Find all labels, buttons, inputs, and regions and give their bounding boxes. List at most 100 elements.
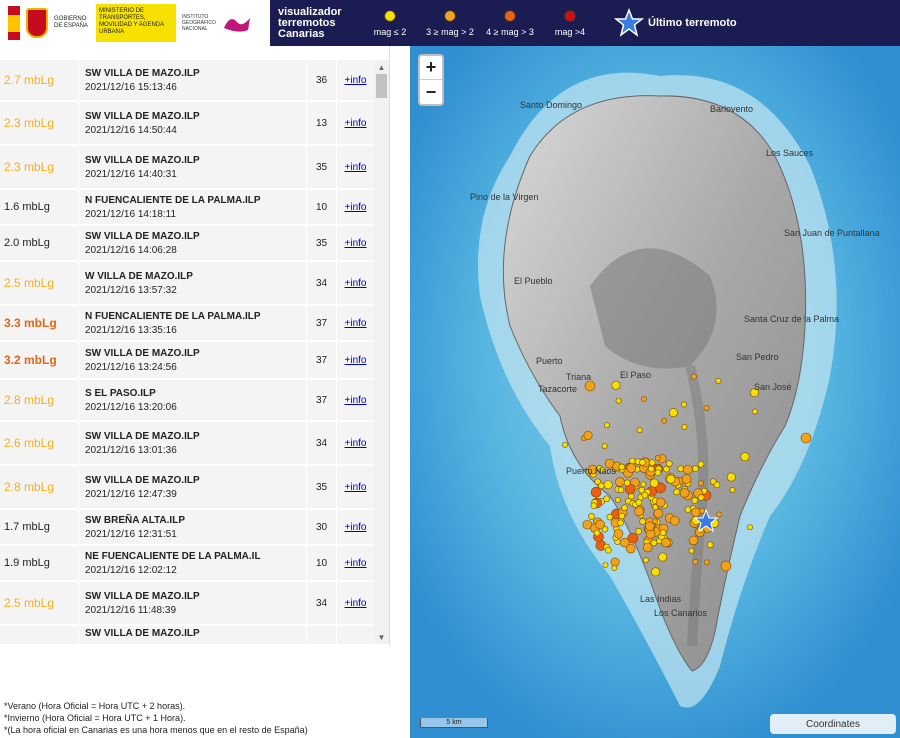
earthquake-marker[interactable] xyxy=(598,482,605,490)
info-link[interactable]: +info xyxy=(345,118,367,129)
earthquake-marker[interactable] xyxy=(703,559,710,566)
table-row[interactable]: 2.6 mbLg SW VILLA DE MAZO.ILP 2021/12/16 1… xyxy=(0,422,374,466)
earthquake-marker[interactable] xyxy=(650,539,658,547)
table-row[interactable]: SW VILLA DE MAZO.ILP xyxy=(0,626,374,646)
earthquake-marker[interactable] xyxy=(640,481,647,488)
earthquake-marker[interactable] xyxy=(619,537,630,548)
earthquake-marker[interactable] xyxy=(610,557,620,567)
earthquake-marker[interactable] xyxy=(683,464,693,475)
earthquake-marker[interactable] xyxy=(681,424,688,430)
earthquake-marker[interactable] xyxy=(666,460,673,467)
info-link[interactable]: +info xyxy=(345,598,367,609)
map-canvas[interactable]: Santo Domingo Barlovento Los Sauces Pino… xyxy=(410,46,900,738)
earthquake-marker[interactable] xyxy=(604,422,610,429)
earthquake-marker[interactable] xyxy=(691,507,701,518)
earthquake-marker[interactable] xyxy=(642,557,649,564)
zoom-out-button[interactable]: − xyxy=(420,80,442,104)
earthquake-marker[interactable] xyxy=(642,542,653,553)
coordinates-control[interactable]: Coordinates xyxy=(770,714,896,734)
earthquake-marker[interactable] xyxy=(590,486,602,498)
earthquake-marker[interactable] xyxy=(663,465,670,473)
earthquake-marker[interactable] xyxy=(706,541,714,549)
earthquake-marker[interactable] xyxy=(613,528,624,539)
earthquake-marker[interactable] xyxy=(713,481,721,489)
earthquake-marker[interactable] xyxy=(690,373,697,380)
table-row[interactable]: 2.3 mbLg SW VILLA DE MAZO.ILP 2021/12/16 1… xyxy=(0,146,374,190)
earthquake-marker[interactable] xyxy=(729,487,736,493)
earthquake-marker[interactable] xyxy=(720,560,732,572)
info-link[interactable]: +info xyxy=(345,278,367,289)
earthquake-marker[interactable] xyxy=(673,488,680,496)
info-link[interactable]: +info xyxy=(345,395,367,406)
table-row[interactable]: 1.9 mbLg NE FUENCALIENTE DE LA PALMA.IL 20… xyxy=(0,546,374,582)
earthquake-marker[interactable] xyxy=(684,506,692,513)
scroll-thumb[interactable] xyxy=(376,74,387,98)
scroll-up-arrow-icon[interactable]: ▲ xyxy=(374,60,389,74)
earthquake-marker[interactable] xyxy=(562,441,568,448)
earthquake-marker[interactable] xyxy=(654,455,661,461)
earthquake-marker[interactable] xyxy=(668,408,678,418)
earthquake-marker[interactable] xyxy=(666,474,676,484)
earthquake-marker[interactable] xyxy=(606,513,614,521)
list-scrollbar[interactable]: ▲ ▼ xyxy=(374,60,389,644)
info-link[interactable]: +info xyxy=(345,522,367,533)
earthquake-marker[interactable] xyxy=(583,430,593,440)
earthquake-marker[interactable] xyxy=(602,562,609,568)
earthquake-marker[interactable] xyxy=(648,459,656,466)
earthquake-marker[interactable] xyxy=(634,506,644,517)
earthquake-marker[interactable] xyxy=(688,547,695,554)
info-link[interactable]: +info xyxy=(345,238,367,249)
earthquake-marker[interactable] xyxy=(654,469,662,476)
table-row[interactable]: 2.5 mbLg SW VILLA DE MAZO.ILP 2021/12/16 1… xyxy=(0,582,374,626)
earthquake-marker[interactable] xyxy=(617,519,624,527)
earthquake-marker[interactable] xyxy=(697,460,705,468)
earthquake-marker[interactable] xyxy=(716,511,723,518)
earthquake-marker[interactable] xyxy=(658,552,668,562)
earthquake-marker[interactable] xyxy=(747,524,753,531)
earthquake-marker[interactable] xyxy=(752,408,758,415)
earthquake-marker[interactable] xyxy=(639,518,646,525)
earthquake-marker[interactable] xyxy=(605,546,612,554)
earthquake-marker[interactable] xyxy=(588,513,595,520)
earthquake-marker[interactable] xyxy=(603,495,610,503)
earthquake-marker[interactable] xyxy=(681,474,692,484)
earthquake-marker[interactable] xyxy=(661,417,668,424)
earthquake-marker[interactable] xyxy=(679,488,690,498)
earthquake-marker[interactable] xyxy=(621,504,628,512)
earthquake-marker[interactable] xyxy=(635,499,643,506)
earthquake-marker[interactable] xyxy=(645,521,655,532)
info-link[interactable]: +info xyxy=(345,202,367,213)
earthquake-marker[interactable] xyxy=(740,452,750,462)
earthquake-marker[interactable] xyxy=(715,378,722,384)
table-row[interactable]: 1.7 mbLg SW BREÑA ALTA.ILP 2021/12/16 12:3… xyxy=(0,510,374,546)
table-row[interactable]: 2.0 mbLg SW VILLA DE MAZO.ILP 2021/12/16 1… xyxy=(0,226,374,262)
earthquake-marker[interactable] xyxy=(618,463,626,471)
earthquake-marker[interactable] xyxy=(618,512,626,520)
earthquake-marker[interactable] xyxy=(611,565,618,572)
table-row[interactable]: 2.8 mbLg S EL PASO.ILP 2021/12/16 13:20:06… xyxy=(0,380,374,422)
table-row[interactable]: 3.2 mbLg SW VILLA DE MAZO.ILP 2021/12/16 1… xyxy=(0,342,374,380)
table-row[interactable]: 2.3 mbLg SW VILLA DE MAZO.ILP 2021/12/16 1… xyxy=(0,102,374,146)
earthquake-marker[interactable] xyxy=(595,519,605,530)
scroll-down-arrow-icon[interactable]: ▼ xyxy=(374,630,389,644)
info-link[interactable]: +info xyxy=(345,438,367,449)
earthquake-marker[interactable] xyxy=(677,465,684,473)
earthquake-marker[interactable] xyxy=(615,397,622,404)
info-link[interactable]: +info xyxy=(345,558,367,569)
table-row[interactable]: 1.6 mbLg N FUENCALIENTE DE LA PALMA.ILP 20… xyxy=(0,190,374,226)
earthquake-marker[interactable] xyxy=(636,427,643,434)
earthquake-marker[interactable] xyxy=(688,535,699,546)
earthquake-marker[interactable] xyxy=(626,463,637,473)
earthquake-marker[interactable] xyxy=(653,508,664,519)
table-row[interactable]: 2.5 mbLg W VILLA DE MAZO.ILP 2021/12/16 13… xyxy=(0,262,374,306)
earthquake-marker[interactable] xyxy=(639,458,646,466)
earthquake-marker[interactable] xyxy=(692,465,699,472)
earthquake-marker[interactable] xyxy=(649,478,659,488)
earthquake-marker[interactable] xyxy=(590,502,598,509)
earthquake-marker[interactable] xyxy=(615,496,621,503)
info-link[interactable]: +info xyxy=(345,318,367,329)
earthquake-marker[interactable] xyxy=(800,432,812,444)
earthquake-marker[interactable] xyxy=(651,567,661,577)
map-view[interactable]: Santo Domingo Barlovento Los Sauces Pino… xyxy=(410,46,900,738)
earthquake-marker[interactable] xyxy=(680,401,687,408)
